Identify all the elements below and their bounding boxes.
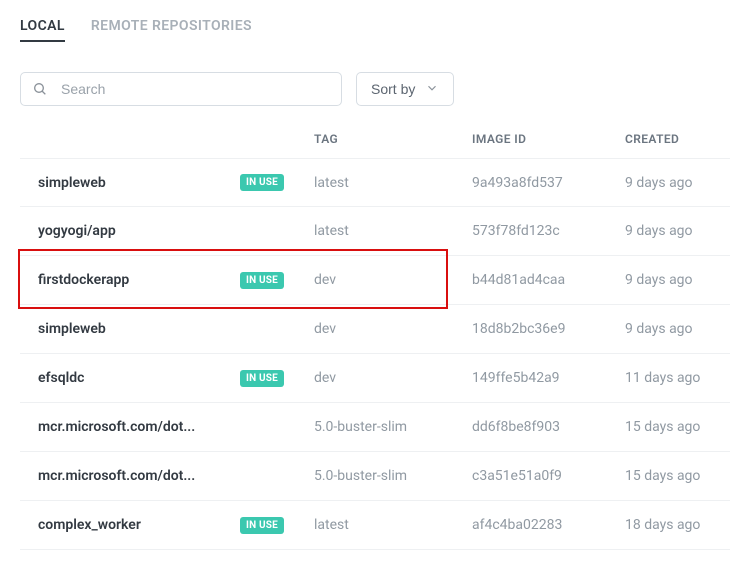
table-row[interactable]: simpleweb dev18d8b2bc36e99 days ago [20,305,730,354]
sort-by-label: Sort by [371,81,415,97]
name-cell: mcr.microsoft.com/dot... [38,468,314,484]
tab-local[interactable]: LOCAL [20,18,65,42]
name-cell: efsqldc IN USE [38,370,314,387]
name-cell: firstdockerapp IN USE [38,272,314,289]
tag-cell: latest [314,223,472,239]
tag-cell: 5.0-buster-slim [314,419,472,435]
created-cell: 9 days ago [625,272,730,288]
name-cell: simpleweb [38,321,314,337]
image-name: complex_worker [38,517,141,533]
in-use-badge: IN USE [240,370,284,387]
image-id-cell: 573f78fd123c [472,223,625,239]
image-name: firstdockerapp [38,272,129,288]
created-cell: 9 days ago [625,175,730,191]
controls-bar: Sort by [20,72,730,106]
table-row[interactable]: yogyogi/app latest573f78fd123c9 days ago [20,207,730,256]
image-name: simpleweb [38,321,106,337]
tag-cell: latest [314,517,472,533]
tag-cell: dev [314,370,472,386]
image-name: mcr.microsoft.com/dot... [38,468,195,484]
search-input[interactable] [20,72,342,106]
image-name: mcr.microsoft.com/dot... [38,419,195,435]
tag-cell: dev [314,272,472,288]
table-row[interactable]: mcr.microsoft.com/dot... 5.0-buster-slimc… [20,452,730,501]
tag-cell: latest [314,175,472,191]
created-cell: 15 days ago [625,419,730,435]
name-cell: complex_worker IN USE [38,517,314,534]
name-cell: simpleweb IN USE [38,174,314,191]
in-use-badge: IN USE [240,272,284,289]
tag-cell: 5.0-buster-slim [314,468,472,484]
header-tag: TAG [314,132,472,146]
created-cell: 9 days ago [625,223,730,239]
created-cell: 9 days ago [625,321,730,337]
header-created: CREATED [625,132,730,146]
search-icon [32,81,48,97]
tag-cell: dev [314,321,472,337]
header-image-id: IMAGE ID [472,132,625,146]
search-wrapper [20,72,342,106]
image-id-cell: b44d81ad4caa [472,272,625,288]
table-row[interactable]: firstdockerapp IN USE devb44d81ad4caa9 day… [20,256,730,305]
image-name: yogyogi/app [38,223,116,239]
created-cell: 11 days ago [625,370,730,386]
tab-remote[interactable]: REMOTE REPOSITORIES [91,18,252,42]
tabs-bar: LOCAL REMOTE REPOSITORIES [20,18,730,42]
image-id-cell: 9a493a8fd537 [472,175,625,191]
sort-by-button[interactable]: Sort by [356,72,454,106]
in-use-badge: IN USE [240,174,284,191]
table-row[interactable]: efsqldc IN USE dev149ffe5b42a911 days ago [20,354,730,403]
chevron-down-icon [425,81,439,98]
image-name: simpleweb [38,175,106,191]
created-cell: 18 days ago [625,517,730,533]
table-row[interactable]: simpleweb IN USE latest9a493a8fd5379 days … [20,158,730,207]
image-id-cell: c3a51e51a0f9 [472,468,625,484]
name-cell: yogyogi/app [38,223,314,239]
table-body: simplewebIN USElatest9a493a8fd5379 days … [20,158,730,550]
image-id-cell: 149ffe5b42a9 [472,370,625,386]
table-header: TAG IMAGE ID CREATED [20,122,730,158]
image-id-cell: 18d8b2bc36e9 [472,321,625,337]
table-row[interactable]: mcr.microsoft.com/dot... 5.0-buster-slimd… [20,403,730,452]
created-cell: 15 days ago [625,468,730,484]
in-use-badge: IN USE [240,517,284,534]
image-name: efsqldc [38,370,84,386]
image-id-cell: dd6f8be8f903 [472,419,625,435]
name-cell: mcr.microsoft.com/dot... [38,419,314,435]
image-id-cell: af4c4ba02283 [472,517,625,533]
table-row[interactable]: complex_worker IN USE latestaf4c4ba0228318… [20,501,730,550]
